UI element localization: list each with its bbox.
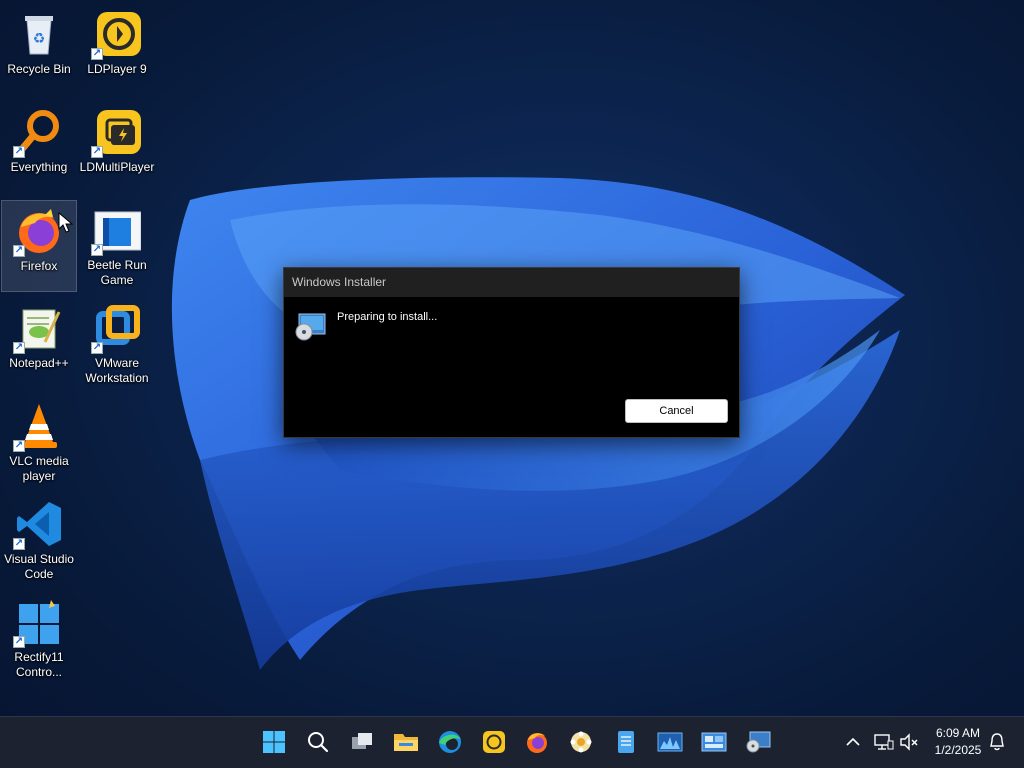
- desktop-icon-notepadpp[interactable]: ↗ Notepad++: [1, 298, 77, 390]
- vmware-icon: ↗: [91, 304, 141, 354]
- desktop-icon-label: Firefox: [20, 259, 58, 273]
- desktop-icon-label: VMware Workstation: [85, 356, 149, 385]
- shortcut-arrow-icon: ↗: [13, 636, 25, 648]
- rectify11-icon: ↗: [13, 598, 63, 648]
- ldmultiplayer-icon: ↗: [91, 108, 141, 158]
- search-button[interactable]: [303, 727, 333, 757]
- flower-icon: [570, 731, 592, 753]
- recycle-bin-icon: ♻: [15, 10, 63, 58]
- task-view-button[interactable]: [347, 727, 377, 757]
- firefox-icon: [527, 733, 547, 753]
- dialog-title: Windows Installer: [292, 275, 387, 289]
- firefox-button[interactable]: [522, 727, 552, 757]
- desktop-icon-vscode[interactable]: ↗ Visual Studio Code: [1, 494, 77, 586]
- firefox-icon: ↗: [13, 207, 63, 257]
- edge-button[interactable]: [435, 727, 465, 757]
- cancel-button[interactable]: Cancel: [625, 399, 728, 423]
- shortcut-arrow-icon: ↗: [91, 48, 103, 60]
- desktop-icon-label: Beetle Run Game: [87, 258, 147, 287]
- shortcut-arrow-icon: ↗: [13, 440, 25, 452]
- volume-muted-icon: [900, 733, 918, 751]
- ldplayer-icon: [483, 731, 505, 753]
- desktop-icon-beetle-run-game[interactable]: ↗ Beetle Run Game: [79, 200, 155, 292]
- shortcut-arrow-icon: ↗: [91, 342, 103, 354]
- vlc-icon: ↗: [13, 402, 63, 452]
- vscode-icon: ↗: [13, 500, 63, 550]
- notepadpp-icon: ↗: [13, 304, 63, 354]
- mouse-cursor-icon: [58, 212, 74, 233]
- windows-logo-icon: [263, 731, 285, 753]
- network-icon: [874, 734, 894, 750]
- task-manager-button[interactable]: [655, 727, 685, 757]
- desktop-icon-vmware[interactable]: ↗ VMware Workstation: [79, 298, 155, 390]
- desktop-icon-label: VLC media player: [9, 454, 69, 483]
- task-view-icon: [352, 733, 372, 749]
- edge-icon: [439, 731, 461, 753]
- desktop-icon-label: Notepad++: [9, 356, 69, 370]
- volume-button[interactable]: [894, 727, 924, 757]
- installer-button[interactable]: [743, 727, 773, 757]
- desktop-icon-vlc[interactable]: ↗ VLC media player: [1, 396, 77, 488]
- file-explorer-button[interactable]: [391, 727, 421, 757]
- desktop-icon-recycle-bin[interactable]: ♻ Recycle Bin: [1, 4, 77, 96]
- flower-app-button[interactable]: [566, 727, 596, 757]
- windows-installer-dialog: Windows Installer Preparing to install..…: [283, 267, 740, 438]
- desktop-icon-rectify11[interactable]: ↗ Rectify11 Contro...: [1, 592, 77, 684]
- ldplayer-button[interactable]: [479, 727, 509, 757]
- desktop-icon-ldmultiplayer[interactable]: ↗ LDMultiPlayer: [79, 102, 155, 194]
- shortcut-arrow-icon: ↗: [13, 245, 25, 257]
- installer-disc-icon: [746, 731, 771, 753]
- svg-text:♻: ♻: [33, 30, 46, 46]
- desktop-icon-label: Everything: [10, 160, 68, 174]
- bell-icon: [990, 733, 1004, 751]
- notepad-button[interactable]: [611, 727, 641, 757]
- folder-icon: [394, 734, 418, 751]
- installer-disc-icon: [295, 312, 327, 342]
- dialog-message: Preparing to install...: [337, 311, 438, 323]
- ldplayer-icon: ↗: [91, 10, 141, 60]
- desktop-icon-label: Visual Studio Code: [4, 552, 74, 581]
- desktop-icon-everything[interactable]: ↗ Everything: [1, 102, 77, 194]
- notifications-button[interactable]: [982, 727, 1012, 757]
- control-panel-button[interactable]: [699, 727, 729, 757]
- shortcut-arrow-icon: ↗: [13, 538, 25, 550]
- start-button[interactable]: [259, 727, 289, 757]
- show-hidden-icons-button[interactable]: [838, 727, 868, 757]
- control-panel-icon: [701, 732, 727, 752]
- dialog-title-bar[interactable]: Windows Installer: [284, 268, 739, 297]
- desktop-icon-label: Rectify11 Contro...: [14, 650, 64, 679]
- taskbar: 6:09 AM 1/2/2025: [0, 716, 1024, 768]
- beetle-run-game-icon: ↗: [91, 206, 142, 256]
- desktop-icon-label: LDMultiPlayer: [79, 160, 155, 174]
- desktop-icon-ldplayer[interactable]: ↗ LDPlayer 9: [79, 4, 155, 96]
- shortcut-arrow-icon: ↗: [91, 146, 103, 158]
- everything-search-icon: ↗: [13, 108, 63, 158]
- shortcut-arrow-icon: ↗: [13, 342, 25, 354]
- shortcut-arrow-icon: ↗: [13, 146, 25, 158]
- shortcut-arrow-icon: ↗: [91, 244, 103, 256]
- notepad-icon: [618, 731, 634, 753]
- search-icon: [308, 732, 329, 753]
- desktop-icon-label: Recycle Bin: [7, 62, 71, 76]
- desktop-icon-label: LDPlayer 9: [87, 62, 147, 76]
- chevron-up-icon: [846, 737, 860, 746]
- performance-chart-icon: [657, 732, 683, 752]
